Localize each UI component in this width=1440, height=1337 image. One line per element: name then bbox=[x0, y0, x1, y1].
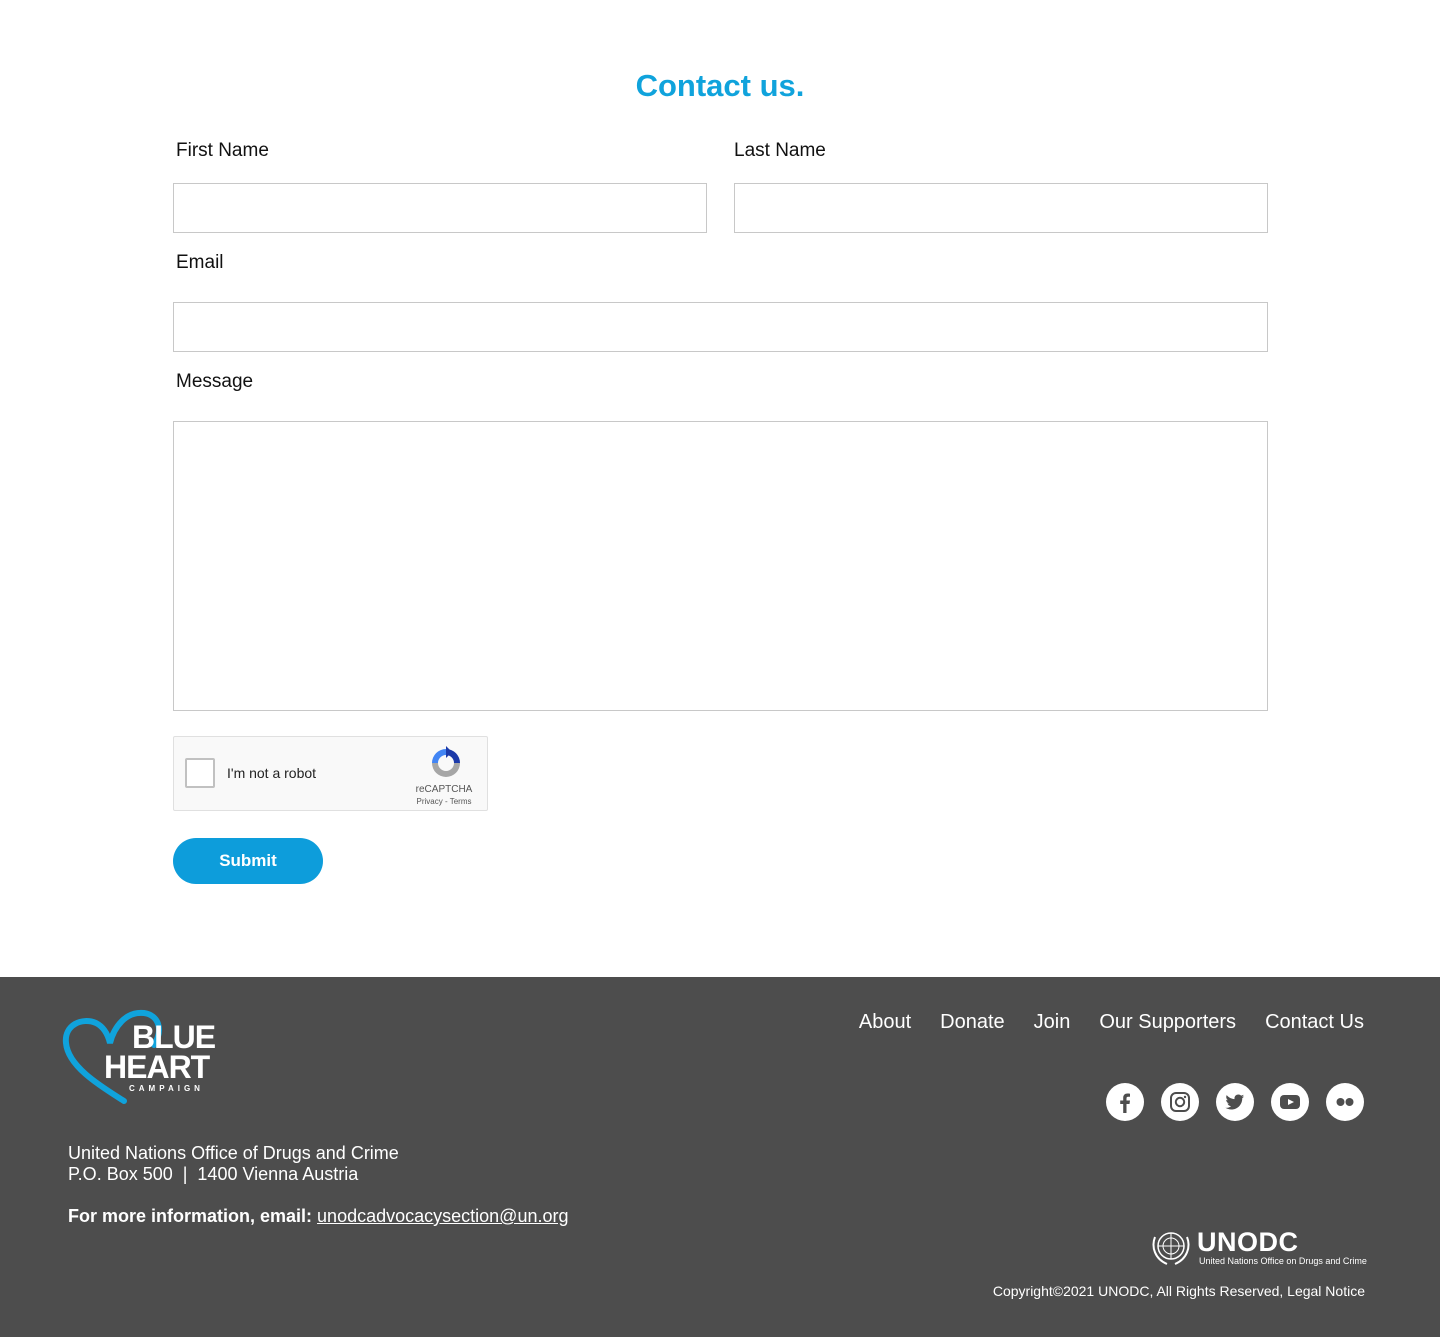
recaptcha-terms-link[interactable]: Privacy - Terms bbox=[404, 797, 484, 806]
address-line-1: United Nations Office of Drugs and Crime bbox=[68, 1143, 399, 1163]
copyright: Copyright©2021 UNODC, All Rights Reserve… bbox=[992, 1283, 1365, 1299]
recaptcha-label: I'm not a robot bbox=[227, 765, 317, 781]
page-title: Contact us. bbox=[635, 68, 805, 103]
footer-nav: About Donate Join Our Supporters Contact… bbox=[859, 1011, 1364, 1034]
email-field[interactable] bbox=[173, 302, 1268, 352]
email-label: Email bbox=[176, 252, 224, 273]
recaptcha-brand: reCAPTCHA bbox=[415, 784, 473, 795]
nav-about[interactable]: About bbox=[859, 1011, 911, 1034]
address-line-2: P.O. Box 500 | 1400 Vienna Austria bbox=[68, 1164, 359, 1184]
facebook-icon[interactable] bbox=[1106, 1083, 1144, 1121]
message-field[interactable] bbox=[173, 421, 1268, 711]
last-name-field[interactable] bbox=[734, 183, 1268, 233]
social-links bbox=[1106, 1083, 1364, 1121]
first-name-label: First Name bbox=[176, 140, 269, 161]
logo-text-heart: HEART bbox=[104, 1049, 210, 1085]
instagram-icon[interactable] bbox=[1161, 1083, 1199, 1121]
nav-our-supporters[interactable]: Our Supporters bbox=[1099, 1011, 1236, 1034]
submit-button[interactable]: Submit bbox=[173, 838, 323, 884]
flickr-icon[interactable] bbox=[1326, 1083, 1364, 1121]
logo-text-campaign: CAMPAIGN bbox=[129, 1084, 204, 1093]
site-footer: BLUE HEART CAMPAIGN United Nations Offic… bbox=[0, 977, 1440, 1337]
last-name-label: Last Name bbox=[734, 140, 826, 161]
blue-heart-logo[interactable]: BLUE HEART CAMPAIGN bbox=[62, 1009, 222, 1104]
nav-join[interactable]: Join bbox=[1034, 1011, 1071, 1034]
twitter-icon[interactable] bbox=[1216, 1083, 1254, 1121]
unodc-subtitle: United Nations Office on Drugs and Crime bbox=[1199, 1256, 1367, 1266]
youtube-icon[interactable] bbox=[1271, 1083, 1309, 1121]
nav-donate[interactable]: Donate bbox=[940, 1011, 1005, 1034]
unodc-logo[interactable]: UNODC United Nations Office on Drugs and… bbox=[1149, 1227, 1367, 1267]
first-name-field[interactable] bbox=[173, 183, 707, 233]
un-emblem-icon bbox=[1152, 1232, 1190, 1265]
recaptcha-icon bbox=[432, 746, 460, 777]
message-label: Message bbox=[176, 371, 254, 392]
info-label: For more information, email: bbox=[68, 1206, 313, 1226]
email-link[interactable]: unodcadvocacysection@un.org bbox=[317, 1206, 568, 1226]
contact-info: For more information, email: unodcadvoca… bbox=[68, 1206, 568, 1227]
unodc-name: UNODC bbox=[1197, 1227, 1299, 1257]
recaptcha-checkbox[interactable] bbox=[185, 758, 215, 788]
nav-contact-us[interactable]: Contact Us bbox=[1265, 1011, 1364, 1034]
recaptcha-widget: I'm not a robot reCAPTCHA Privacy - Term… bbox=[173, 736, 488, 811]
address: United Nations Office of Drugs and Crime… bbox=[68, 1143, 399, 1185]
